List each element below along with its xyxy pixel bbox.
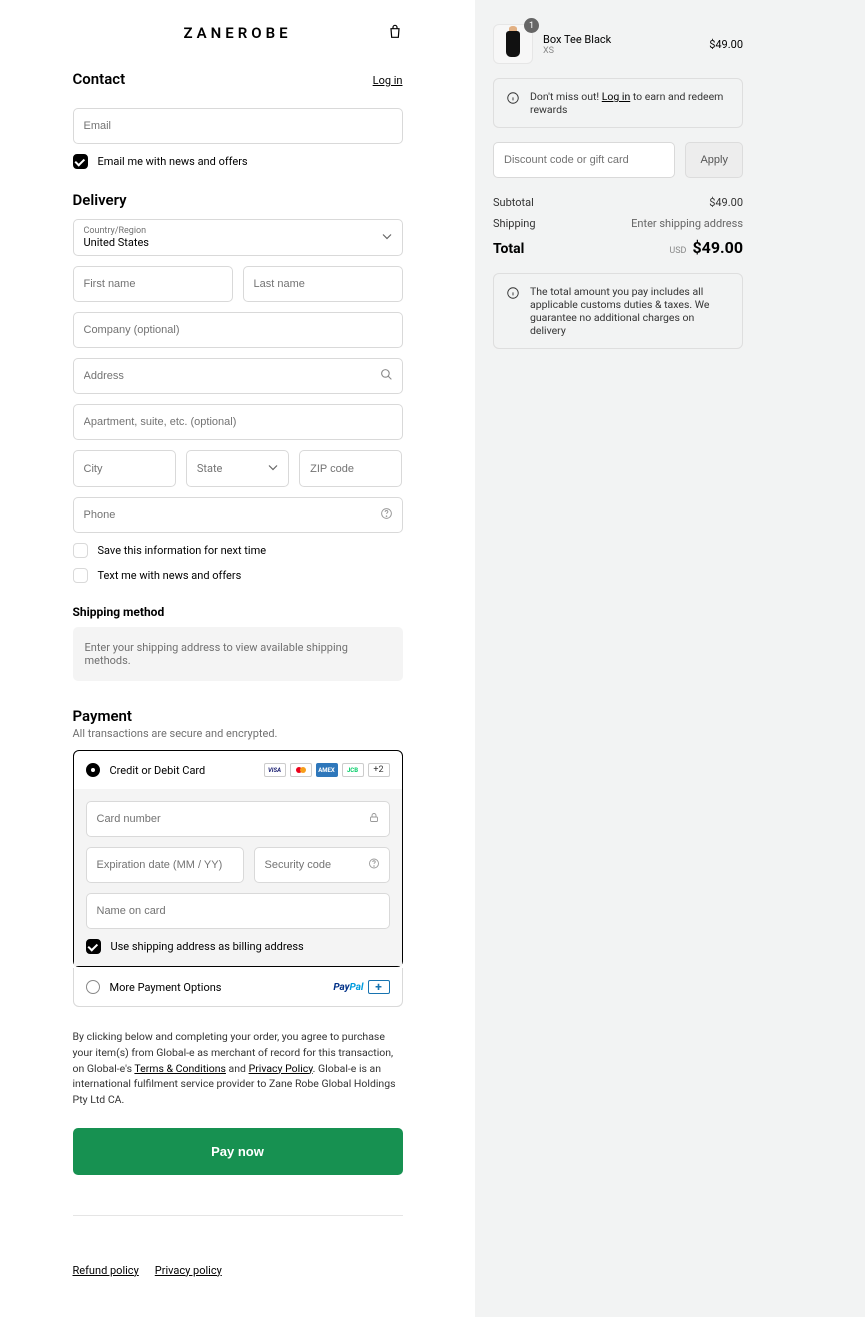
discount-code-field[interactable]	[493, 142, 675, 178]
currency-label: USD	[669, 246, 686, 256]
contact-title: Contact	[73, 70, 126, 88]
payment-subtitle: All transactions are secure and encrypte…	[73, 727, 403, 740]
product-variant: XS	[543, 46, 611, 56]
email-field[interactable]	[73, 108, 403, 144]
state-select[interactable]: State	[186, 450, 289, 487]
info-icon	[506, 91, 520, 108]
more-options-label: More Payment Options	[110, 981, 222, 994]
banner-login-link[interactable]: Log in	[602, 90, 631, 103]
mastercard-icon	[290, 763, 312, 777]
duties-note: The total amount you pay includes all ap…	[493, 273, 743, 349]
login-rewards-banner: Don't miss out! Log in to earn and redee…	[493, 78, 743, 128]
help-icon[interactable]	[368, 858, 380, 873]
delivery-title: Delivery	[73, 191, 403, 209]
product-thumbnail: 1	[493, 24, 533, 64]
info-icon	[506, 286, 520, 303]
last-name-field[interactable]	[243, 266, 403, 302]
product-name: Box Tee Black	[543, 33, 611, 46]
paypal-icon: PayPal	[333, 982, 363, 993]
subtotal-value: $49.00	[709, 196, 743, 209]
privacy-policy-link[interactable]: Privacy policy	[155, 1264, 222, 1277]
terms-link[interactable]: Terms & Conditions	[134, 1062, 226, 1075]
first-name-field[interactable]	[73, 266, 233, 302]
zip-field[interactable]	[299, 450, 402, 487]
save-info-label: Save this information for next time	[98, 544, 267, 557]
visa-icon: VISA	[264, 763, 286, 777]
product-price: $49.00	[709, 38, 743, 51]
login-link[interactable]: Log in	[373, 74, 403, 87]
payment-method-credit[interactable]: Credit or Debit Card VISA AMEX JCB +2	[74, 751, 402, 789]
total-value: $49.00	[692, 238, 743, 257]
total-label: Total	[493, 241, 524, 257]
email-news-checkbox[interactable]	[73, 154, 88, 169]
footer-divider	[73, 1215, 403, 1216]
credit-label: Credit or Debit Card	[110, 764, 206, 777]
search-icon	[380, 368, 393, 384]
pay-now-button[interactable]: Pay now	[73, 1128, 403, 1175]
terms-text: By clicking below and completing your or…	[73, 1029, 403, 1108]
apply-button[interactable]: Apply	[685, 142, 743, 178]
brand-logo[interactable]: ZANEROBE	[183, 24, 291, 42]
card-number-field[interactable]	[86, 801, 390, 837]
plus-icon: +	[368, 980, 390, 994]
jcb-icon: JCB	[342, 763, 364, 777]
cart-item: 1 Box Tee Black XS $49.00	[493, 24, 743, 64]
shipping-value: Enter shipping address	[631, 217, 743, 230]
country-value: United States	[84, 236, 149, 249]
help-icon[interactable]	[380, 507, 393, 523]
lock-icon	[368, 812, 380, 827]
qty-badge: 1	[524, 18, 539, 33]
credit-radio[interactable]	[86, 763, 100, 777]
use-shipping-checkbox[interactable]	[86, 939, 101, 954]
city-field[interactable]	[73, 450, 176, 487]
cart-icon[interactable]	[387, 24, 403, 43]
card-name-field[interactable]	[86, 893, 390, 929]
payment-title: Payment	[73, 707, 403, 725]
more-brands-badge[interactable]: +2	[368, 763, 390, 777]
address-field[interactable]	[73, 358, 403, 394]
card-brands: VISA AMEX JCB +2	[264, 763, 390, 777]
country-select[interactable]: Country/Region United States	[73, 219, 403, 256]
use-shipping-label: Use shipping address as billing address	[111, 940, 304, 953]
save-info-checkbox[interactable]	[73, 543, 88, 558]
state-placeholder: State	[197, 462, 223, 475]
text-news-checkbox[interactable]	[73, 568, 88, 583]
email-news-label: Email me with news and offers	[98, 155, 248, 168]
privacy-link[interactable]: Privacy Policy	[249, 1062, 313, 1075]
shipping-method-note: Enter your shipping address to view avai…	[73, 627, 403, 681]
refund-policy-link[interactable]: Refund policy	[73, 1264, 139, 1277]
shipping-method-title: Shipping method	[73, 605, 403, 619]
phone-field[interactable]	[73, 497, 403, 533]
chevron-down-icon	[268, 462, 278, 475]
country-label: Country/Region	[84, 226, 392, 236]
apartment-field[interactable]	[73, 404, 403, 440]
more-options-radio[interactable]	[86, 980, 100, 994]
shipping-label: Shipping	[493, 217, 536, 230]
company-field[interactable]	[73, 312, 403, 348]
text-news-label: Text me with news and offers	[98, 569, 242, 582]
subtotal-label: Subtotal	[493, 196, 534, 209]
payment-method-more[interactable]: More Payment Options PayPal +	[73, 968, 403, 1007]
card-expiry-field[interactable]	[86, 847, 244, 883]
amex-icon: AMEX	[316, 763, 338, 777]
